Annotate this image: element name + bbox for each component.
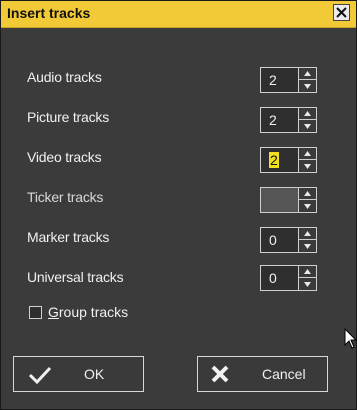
ticker-tracks-up-button[interactable] [299,188,316,200]
video-tracks-field[interactable]: 2 [261,148,301,172]
ticker-tracks-field[interactable] [261,188,301,212]
x-icon [211,365,229,383]
picture-tracks-spinner[interactable]: 2 [260,107,317,133]
picture-tracks-up-button[interactable] [299,108,316,120]
group-tracks-label-rest: roup tracks [58,304,129,320]
close-icon [336,7,347,18]
triangle-down-icon [304,281,311,287]
video-tracks-up-button[interactable] [299,148,316,160]
insert-tracks-dialog: Insert tracks Audio tracks 2 Picture tra… [0,0,357,410]
triangle-up-icon [304,71,311,76]
picture-tracks-label: Picture tracks [27,109,109,125]
universal-tracks-label: Universal tracks [27,269,124,285]
cancel-label: Cancel [262,366,306,382]
picture-tracks-down-button[interactable] [299,120,316,132]
ticker-tracks-label: Ticker tracks [27,189,104,205]
triangle-up-icon [304,111,311,116]
triangle-up-icon [304,151,311,156]
triangle-down-icon [304,83,311,89]
marker-tracks-up-button[interactable] [299,228,316,240]
triangle-up-icon [304,191,311,196]
audio-tracks-field[interactable]: 2 [261,68,301,92]
universal-tracks-field[interactable]: 0 [261,266,301,290]
group-tracks-checkbox-row[interactable]: Group tracks [29,304,128,320]
dialog-title: Insert tracks [7,5,91,21]
picture-tracks-field[interactable]: 2 [261,108,301,132]
triangle-down-icon [304,163,311,169]
selected-value: 2 [269,152,279,168]
audio-tracks-spinner[interactable]: 2 [260,67,317,93]
close-button[interactable] [333,4,350,21]
marker-tracks-field[interactable]: 0 [261,228,301,252]
universal-tracks-up-button[interactable] [299,266,316,278]
title-bar[interactable]: Insert tracks [1,1,356,28]
audio-tracks-label: Audio tracks [27,69,102,85]
cancel-button[interactable]: Cancel [197,356,328,392]
universal-tracks-down-button[interactable] [299,278,316,290]
group-tracks-checkbox[interactable] [29,305,42,319]
video-tracks-spinner[interactable]: 2 [260,147,317,173]
triangle-down-icon [304,123,311,129]
marker-tracks-label: Marker tracks [27,229,110,245]
audio-tracks-up-button[interactable] [299,68,316,80]
checkmark-icon [28,366,52,384]
mouse-pointer-icon [344,328,357,349]
group-tracks-mnemonic: G [48,304,59,320]
marker-tracks-down-button[interactable] [299,240,316,252]
triangle-down-icon [304,203,311,209]
triangle-up-icon [304,269,311,274]
video-tracks-down-button[interactable] [299,160,316,172]
triangle-up-icon [304,231,311,236]
triangle-down-icon [304,243,311,249]
ok-button[interactable]: OK [13,356,144,392]
marker-tracks-spinner[interactable]: 0 [260,227,317,253]
universal-tracks-spinner[interactable]: 0 [260,265,317,291]
group-tracks-label: Group tracks [48,304,128,320]
ok-label: OK [84,366,105,382]
ticker-tracks-spinner[interactable] [260,187,317,213]
ticker-tracks-down-button[interactable] [299,200,316,212]
video-tracks-label: Video tracks [27,149,102,165]
audio-tracks-down-button[interactable] [299,80,316,92]
